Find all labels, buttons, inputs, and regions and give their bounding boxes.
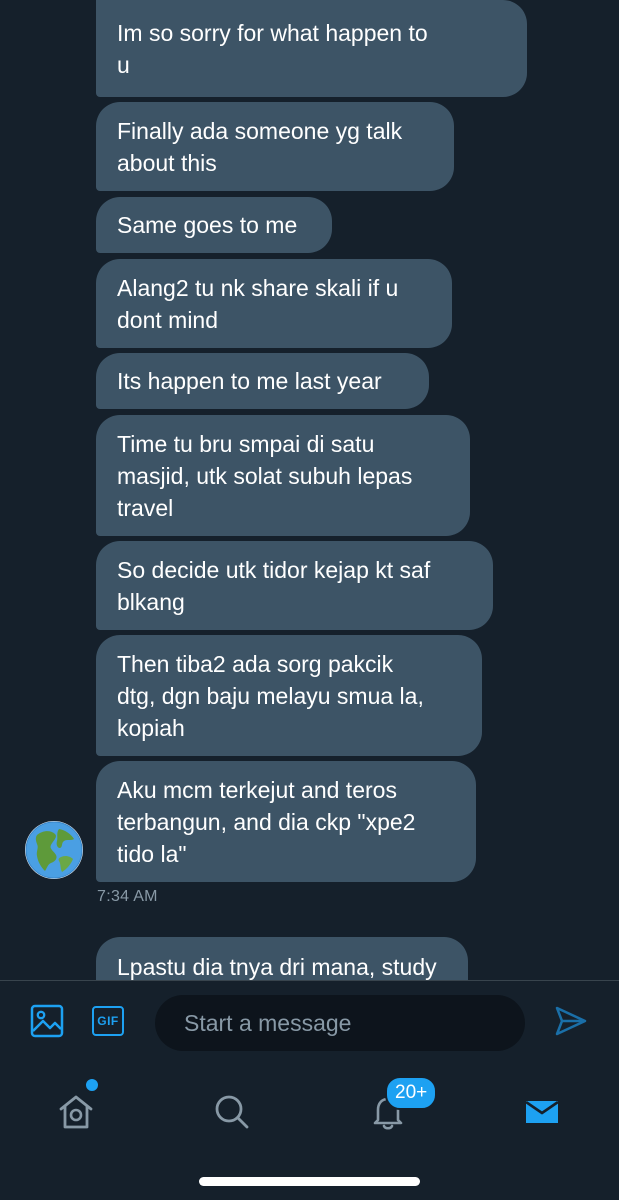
message-bubble[interactable]: Alang2 tu nk share skali if u dont mind [96, 259, 452, 348]
home-icon [59, 1095, 93, 1129]
message-text: Then tiba2 ada sorg pakcik dtg, dgn baju… [117, 650, 424, 741]
message-bubble[interactable]: Im so sorry for what happen to u [96, 0, 527, 97]
message-bubble[interactable]: Finally ada someone yg talk about this [96, 102, 454, 191]
message-bubble[interactable]: So decide utk tidor kejap kt saf blkang [96, 541, 493, 630]
message-bubble[interactable]: Its happen to me last year [96, 353, 429, 409]
message-text: Its happen to me last year [117, 368, 382, 394]
message-text: Aku mcm terkejut and teros terbangun, an… [117, 776, 416, 867]
message-bubble[interactable]: Same goes to me [96, 197, 332, 253]
message-bubble[interactable]: Then tiba2 ada sorg pakcik dtg, dgn baju… [96, 635, 482, 756]
send-icon[interactable] [553, 1003, 589, 1039]
message-text: So decide utk tidor kejap kt saf blkang [117, 556, 431, 615]
message-bubble[interactable]: Lpastu dia tnya dri mana, study [96, 937, 468, 980]
gif-button[interactable]: GIF [90, 1003, 126, 1039]
message-timestamp: 7:34 AM [97, 888, 158, 905]
conversation-thread[interactable]: Im so sorry for what happen to u Finally… [0, 0, 619, 980]
mail-icon [525, 1100, 559, 1123]
message-text: Alang2 tu nk share skali if u dont mind [117, 274, 399, 333]
tab-messages[interactable] [512, 1082, 572, 1142]
avatar-image [25, 821, 83, 879]
message-bubble[interactable]: Aku mcm terkejut and teros terbangun, an… [96, 761, 476, 882]
message-text: Im so sorry for what happen to u [117, 19, 428, 78]
message-text: Finally ada someone yg talk about this [117, 117, 403, 176]
message-text: Same goes to me [117, 212, 298, 238]
search-icon [215, 1095, 249, 1129]
message-input[interactable]: Start a message [155, 995, 525, 1051]
message-input-placeholder: Start a message [184, 1009, 352, 1036]
earth-globe-icon[interactable] [25, 821, 83, 879]
image-icon[interactable] [29, 1003, 65, 1039]
tab-search[interactable] [202, 1082, 262, 1142]
message-composer: GIF Start a message [0, 980, 619, 1064]
notifications-badge: 20+ [385, 1076, 438, 1110]
message-text: Time tu bru smpai di satu masjid, utk so… [117, 430, 413, 521]
home-indicator[interactable] [199, 1177, 420, 1186]
home-notification-dot [84, 1077, 100, 1093]
message-bubble[interactable]: Time tu bru smpai di satu masjid, utk so… [96, 415, 470, 536]
message-text: Lpastu dia tnya dri mana, study [117, 954, 437, 980]
gif-icon: GIF [92, 1006, 124, 1036]
